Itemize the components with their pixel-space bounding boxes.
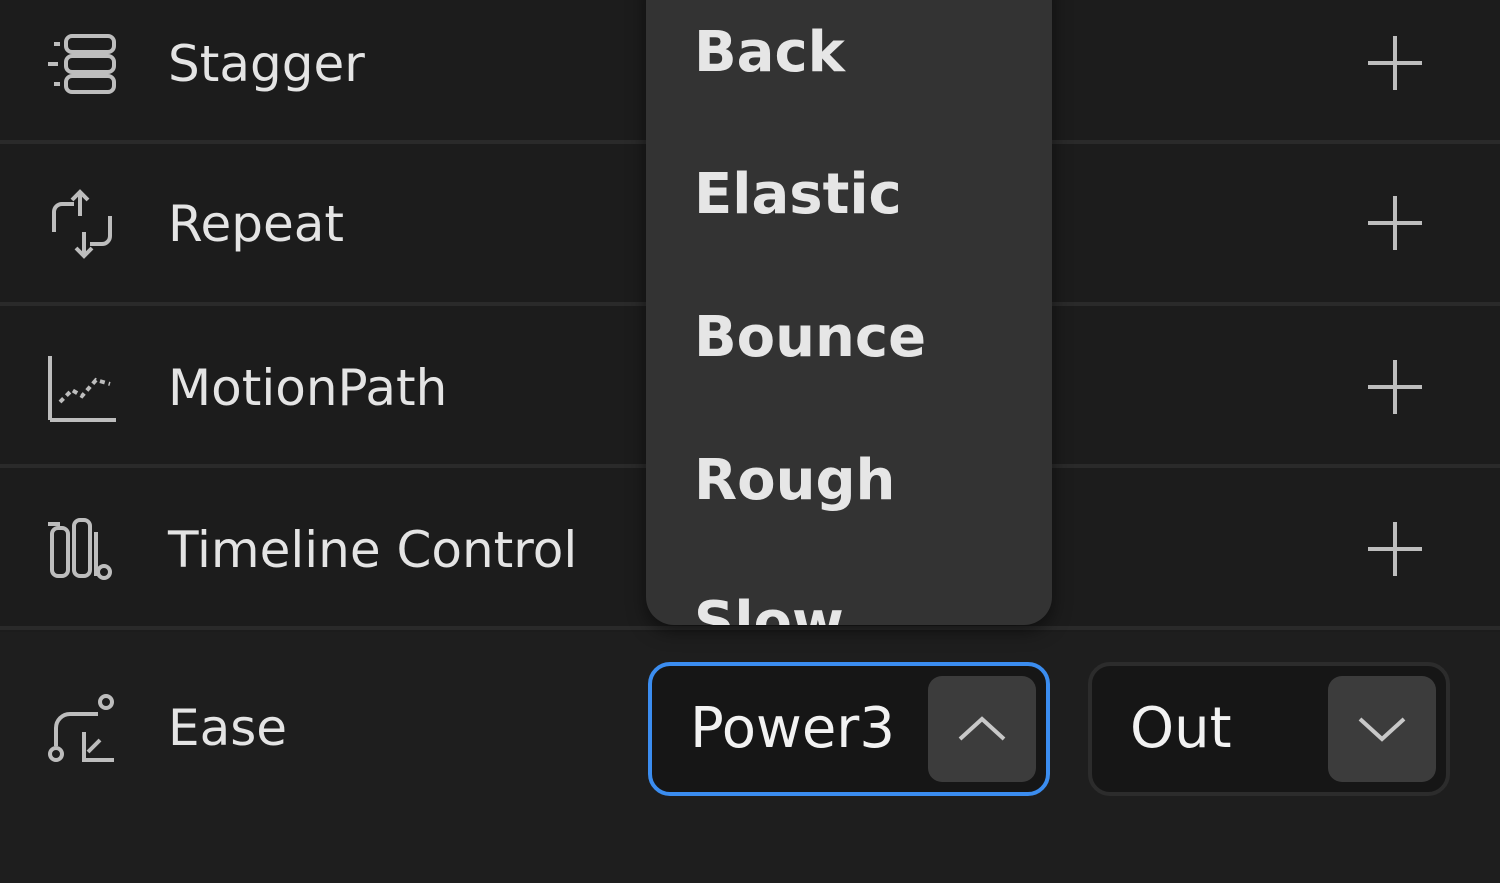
dropdown-option-slow[interactable]: Slow — [694, 590, 844, 625]
timeline-control-icon — [44, 512, 120, 588]
add-timeline-control-button[interactable] — [1358, 512, 1432, 586]
add-stagger-button[interactable] — [1358, 26, 1432, 100]
add-motion-path-button[interactable] — [1358, 350, 1432, 424]
row-label-stagger: Stagger — [168, 35, 365, 93]
motion-path-icon — [44, 350, 120, 426]
row-label-ease: Ease — [168, 699, 288, 757]
row-label-repeat: Repeat — [168, 195, 345, 253]
stagger-icon — [44, 26, 120, 102]
ease-settings-panel: Stagger Repeat MotionPath Timeline Contr… — [0, 0, 1500, 883]
chevron-down-icon[interactable] — [1328, 676, 1436, 782]
row-label-motion-path: MotionPath — [168, 359, 448, 417]
ease-direction-select[interactable]: Out — [1088, 662, 1450, 796]
ease-type-select[interactable]: Power3 — [648, 662, 1050, 796]
add-repeat-button[interactable] — [1358, 186, 1432, 260]
dropdown-option-rough[interactable]: Rough — [694, 448, 895, 514]
ease-type-dropdown[interactable]: Back Elastic Bounce Rough Slow — [646, 0, 1052, 625]
dropdown-option-bounce[interactable]: Bounce — [694, 305, 926, 371]
row-label-timeline-control: Timeline Control — [168, 521, 578, 579]
ease-type-value: Power3 — [690, 696, 895, 761]
chevron-up-icon[interactable] — [928, 676, 1036, 782]
ease-direction-value: Out — [1130, 696, 1232, 761]
row-ease: Ease Power3 Out — [0, 632, 1500, 883]
dropdown-option-back[interactable]: Back — [694, 20, 845, 86]
ease-icon — [44, 692, 120, 768]
repeat-icon — [44, 186, 120, 262]
dropdown-option-elastic[interactable]: Elastic — [694, 162, 902, 228]
